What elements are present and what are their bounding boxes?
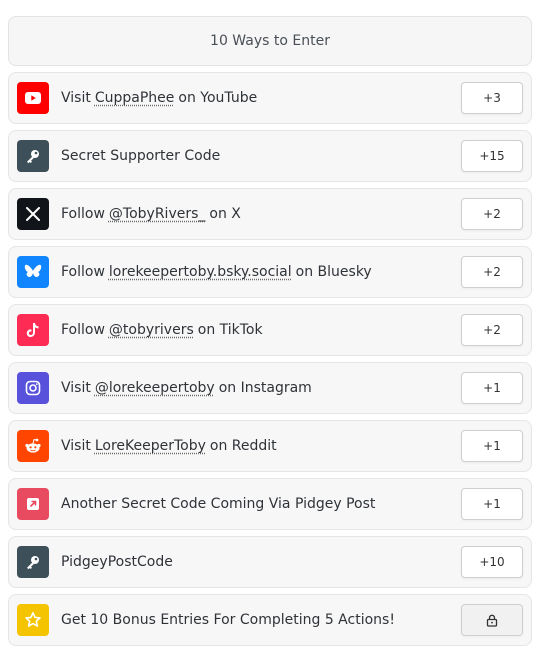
entry-label-prefix: PidgeyPostCode: [61, 554, 173, 570]
entry-label-suffix: on Bluesky: [295, 264, 372, 280]
entry-points-button[interactable]: +1: [461, 488, 523, 520]
entry-row-youtube[interactable]: Visit CuppaPhee on YouTube +3: [8, 72, 532, 124]
entry-link[interactable]: @tobyrivers: [109, 322, 194, 338]
entry-label: Visit LoreKeeperToby on Reddit: [61, 421, 277, 471]
entry-label-prefix: Visit: [61, 380, 91, 396]
lock-icon: [486, 614, 498, 627]
key-icon: [17, 140, 49, 172]
entry-label-suffix: on X: [209, 206, 241, 222]
x-icon: [17, 198, 49, 230]
entry-label-suffix: on Instagram: [218, 380, 312, 396]
entry-link[interactable]: lorekeepertoby.bsky.social: [109, 264, 292, 280]
entry-label-prefix: Follow: [61, 322, 105, 338]
reddit-icon: [17, 430, 49, 462]
entry-label: PidgeyPostCode: [61, 537, 173, 587]
entry-label: Follow @TobyRivers_ on X: [61, 189, 241, 239]
entry-row-pidgey-post-code[interactable]: Another Secret Code Coming Via Pidgey Po…: [8, 478, 532, 530]
tiktok-icon: [17, 314, 49, 346]
entry-row-x[interactable]: Follow @TobyRivers_ on X +2: [8, 188, 532, 240]
entry-label: Secret Supporter Code: [61, 131, 220, 181]
entry-label-suffix: on YouTube: [178, 90, 258, 106]
entry-link[interactable]: @lorekeepertoby: [95, 380, 215, 396]
entry-points-button[interactable]: +1: [461, 430, 523, 462]
entry-label: Another Secret Code Coming Via Pidgey Po…: [61, 479, 375, 529]
external-link-icon: [17, 488, 49, 520]
entry-link[interactable]: CuppaPhee: [95, 90, 175, 106]
entry-methods-header: 10 Ways to Enter: [8, 16, 532, 66]
entry-row-instagram[interactable]: Visit @lorekeepertoby on Instagram +1: [8, 362, 532, 414]
bluesky-icon: [17, 256, 49, 288]
entry-label-suffix: on TikTok: [197, 322, 263, 338]
entry-row-bonus[interactable]: Get 10 Bonus Entries For Completing 5 Ac…: [8, 594, 532, 646]
key-icon: [17, 546, 49, 578]
entry-label-prefix: Secret Supporter Code: [61, 148, 221, 164]
entry-label: Get 10 Bonus Entries For Completing 5 Ac…: [61, 595, 395, 645]
entry-label: Visit @lorekeepertoby on Instagram: [61, 363, 312, 413]
entry-label-prefix: Follow: [61, 206, 105, 222]
entry-label-prefix: Visit: [61, 90, 91, 106]
entry-row-secret-supporter-code[interactable]: Secret Supporter Code +15: [8, 130, 532, 182]
entry-link[interactable]: LoreKeeperToby: [95, 438, 206, 454]
entry-label: Visit CuppaPhee on YouTube: [61, 73, 257, 123]
entry-label-prefix: Follow: [61, 264, 105, 280]
entry-label-prefix: Get 10 Bonus Entries For Completing 5 Ac…: [61, 612, 395, 628]
entry-link[interactable]: @TobyRivers_: [109, 206, 205, 222]
entry-label: Follow lorekeepertoby.bsky.social on Blues…: [61, 247, 372, 297]
entry-row-bluesky[interactable]: Follow lorekeepertoby.bsky.social on Blues…: [8, 246, 532, 298]
entry-methods-widget: 10 Ways to Enter Visit CuppaPhee on YouTub…: [8, 16, 532, 646]
entry-methods-title: 10 Ways to Enter: [210, 33, 330, 49]
youtube-icon: [17, 82, 49, 114]
star-icon: [17, 604, 49, 636]
entry-points-button[interactable]: +1: [461, 372, 523, 404]
entry-points-button[interactable]: +10: [461, 546, 523, 578]
entry-points-button[interactable]: +3: [461, 82, 523, 114]
entry-points-button[interactable]: +2: [461, 256, 523, 288]
entry-points-button[interactable]: +2: [461, 314, 523, 346]
entry-label-suffix: on Reddit: [209, 438, 277, 454]
entry-label-prefix: Another Secret Code Coming Via Pidgey Po…: [61, 496, 376, 512]
entry-locked-button[interactable]: [461, 604, 523, 636]
entry-row-reddit[interactable]: Visit LoreKeeperToby on Reddit +1: [8, 420, 532, 472]
entry-label: Follow @tobyrivers on TikTok: [61, 305, 263, 355]
instagram-icon: [17, 372, 49, 404]
entry-points-button[interactable]: +2: [461, 198, 523, 230]
entry-row-tiktok[interactable]: Follow @tobyrivers on TikTok +2: [8, 304, 532, 356]
entry-row-pidgeypostcode[interactable]: PidgeyPostCode +10: [8, 536, 532, 588]
entry-points-button[interactable]: +15: [461, 140, 523, 172]
entry-label-prefix: Visit: [61, 438, 91, 454]
